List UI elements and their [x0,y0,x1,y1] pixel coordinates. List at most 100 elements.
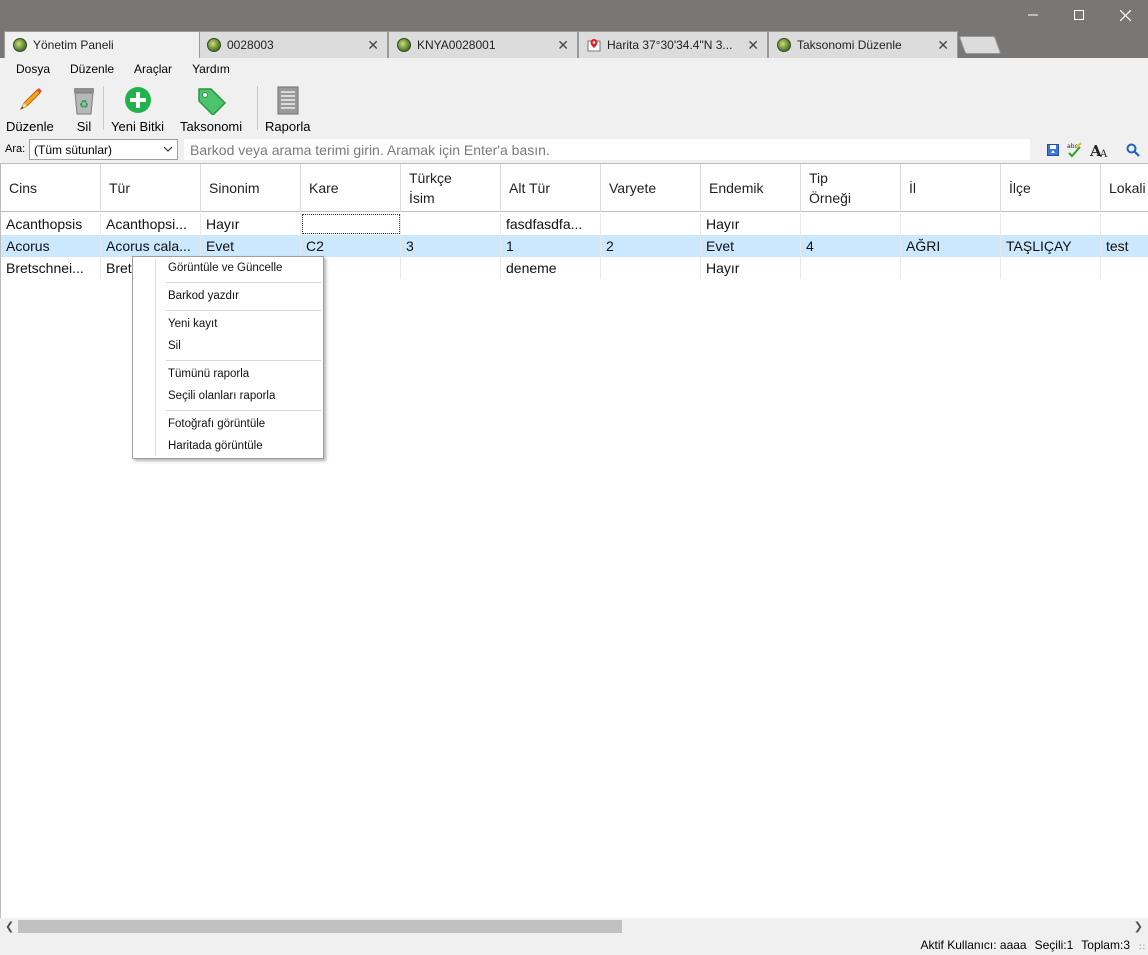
table-cell[interactable] [801,257,901,279]
table-cell[interactable]: Evet [701,235,801,257]
table-cell[interactable]: Hayır [701,257,801,279]
table-cell[interactable]: Acanthopsis [1,213,101,235]
column-header-varyete[interactable]: Varyete [601,164,701,212]
table-cell[interactable] [601,213,701,235]
table-cell[interactable]: Evet [201,235,301,257]
menu-item-report-all[interactable]: Tümünü raporla [168,368,249,380]
table-cell[interactable] [601,257,701,279]
edit-button[interactable]: Düzenle [6,84,54,134]
add-circle-icon [122,84,154,116]
column-header-lokalite[interactable]: Lokali [1101,164,1148,212]
tab-label: Taksonomi Düzenle [797,38,902,52]
table-cell[interactable]: TAŞLIÇAY [1001,235,1101,257]
table-cell[interactable]: test [1101,235,1148,257]
new-tab-button[interactable] [958,36,1002,54]
tab-close-icon[interactable]: ✕ [937,37,949,54]
horizontal-scrollbar[interactable]: ❮ ❯ [0,918,1148,935]
tab-taksonomi-duzenle[interactable]: Taksonomi Düzenle ✕ [768,31,958,58]
menu-duzenle[interactable]: Düzenle [60,62,124,76]
table-cell[interactable] [401,257,501,279]
menu-item-report-selected[interactable]: Seçili olanları raporla [168,390,275,402]
table-cell[interactable] [901,213,1001,235]
table-cell[interactable]: Acanthopsi... [101,213,201,235]
tab-0028003[interactable]: 0028003 ✕ [198,31,388,58]
table-cell[interactable]: 2 [601,235,701,257]
scroll-right-icon[interactable]: ❯ [1134,920,1143,933]
table-cell[interactable]: 4 [801,235,901,257]
column-header-ilce[interactable]: İlçe [1001,164,1101,212]
delete-button[interactable]: ♻ Sil [68,84,100,134]
table-cell[interactable] [401,213,501,235]
tab-harita[interactable]: Harita 37°30'34.4"N 3... ✕ [578,31,768,58]
table-cell[interactable] [1101,257,1148,279]
tab-yonetim-paneli[interactable]: Yönetim Paneli [4,31,200,58]
table-cell[interactable] [1001,213,1101,235]
menu-araclar[interactable]: Araçlar [124,62,182,76]
search-icon[interactable] [1124,141,1142,159]
font-case-icon[interactable]: AA [1090,141,1108,159]
menu-item-view-photo[interactable]: Fotoğrafı görüntüle [168,418,265,430]
table-cell[interactable]: 1 [501,235,601,257]
resize-grip-icon[interactable]: ∷ [1139,942,1145,953]
taxonomy-label: Taksonomi [180,119,243,134]
table-cell[interactable]: 3 [401,235,501,257]
column-select[interactable]: (Tüm sütunlar) [29,139,178,160]
column-header-kare[interactable]: Kare [301,164,401,212]
new-plant-button[interactable]: Yeni Bitki [111,84,164,134]
table-cell[interactable]: Hayır [701,213,801,235]
save-search-icon[interactable] [1044,141,1062,159]
table-cell[interactable]: C2 [301,235,401,257]
column-header-sinonim[interactable]: Sinonim [201,164,301,212]
column-header-turkce-isim[interactable]: Türkçe İsim [401,164,501,212]
table-cell[interactable]: Acorus cala... [101,235,201,257]
minimize-button[interactable] [1010,0,1056,30]
column-header-tip-ornegi[interactable]: Tip Örneği [801,164,901,212]
globe-icon [777,38,791,52]
table-cell[interactable]: deneme [501,257,601,279]
delete-label: Sil [76,119,92,134]
menu-item-new-record[interactable]: Yeni kayıt [168,318,217,330]
taxonomy-button[interactable]: Taksonomi [180,84,242,134]
column-header-il[interactable]: İl [901,164,1001,212]
table-cell[interactable] [801,213,901,235]
tab-knya0028001[interactable]: KNYA0028001 ✕ [388,31,578,58]
column-header-endemik[interactable]: Endemik [701,164,801,212]
table-cell[interactable] [1101,213,1148,235]
maximize-button[interactable] [1056,0,1102,30]
new-plant-label: Yeni Bitki [111,119,164,134]
spell-check-icon[interactable]: abc [1066,141,1084,159]
table-cell[interactable]: Hayır [201,213,301,235]
search-input[interactable] [184,139,1030,160]
report-button[interactable]: Raporla [265,84,311,134]
toolbar-separator [257,86,258,130]
column-header-alt-tur[interactable]: Alt Tür [501,164,601,212]
table-cell[interactable] [1001,257,1101,279]
minimize-icon [1028,14,1038,16]
active-user-status: Aktif Kullanıcı: aaaa [920,938,1027,952]
table-row[interactable]: Acanthopsis Acanthopsi... Hayır fasdfasd… [1,213,1148,235]
table-cell[interactable]: Acorus [1,235,101,257]
table-cell[interactable]: Bretschnei... [1,257,101,279]
menu-item-print-barcode[interactable]: Barkod yazdır [168,290,239,302]
column-header-cins[interactable]: Cins [1,164,101,212]
column-header-tur[interactable]: Tür [101,164,201,212]
menu-dosya[interactable]: Dosya [6,62,60,76]
context-menu: Görüntüle ve Güncelle Barkod yazdır Yeni… [132,256,324,459]
table-cell[interactable]: AĞRI [901,235,1001,257]
map-pin-icon [587,39,601,52]
menu-item-view-on-map[interactable]: Haritada görüntüle [168,440,263,452]
menu-yardim[interactable]: Yardım [182,62,240,76]
scroll-left-icon[interactable]: ❮ [5,920,14,933]
menu-item-view-update[interactable]: Görüntüle ve Güncelle [168,262,282,274]
close-window-button[interactable] [1102,0,1148,30]
menu-item-delete[interactable]: Sil [168,340,181,352]
table-cell[interactable] [301,213,401,235]
table-cell[interactable]: fasdfasdfa... [501,213,601,235]
report-label: Raporla [265,119,311,134]
table-row-selected[interactable]: Acorus Acorus cala... Evet C2 3 1 2 Evet… [1,235,1148,257]
table-cell[interactable] [901,257,1001,279]
tab-close-icon[interactable]: ✕ [747,37,759,54]
tab-close-icon[interactable]: ✕ [557,37,569,54]
scrollbar-thumb[interactable] [18,920,622,933]
tab-close-icon[interactable]: ✕ [367,37,379,54]
